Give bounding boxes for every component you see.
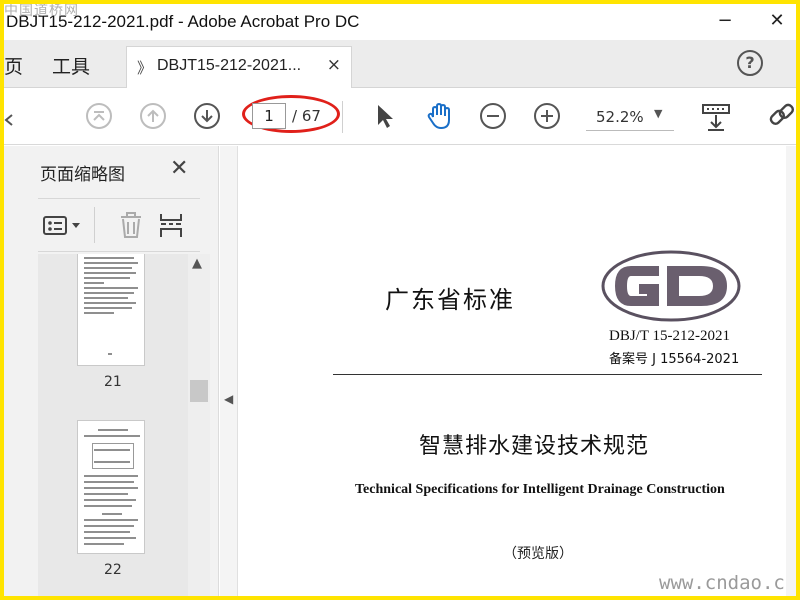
document-tab-label: DBJT15-212-2021... [157,57,302,74]
scroll-left-icon[interactable] [4,113,14,127]
options-icon[interactable] [42,215,86,237]
prev-page-icon [140,103,166,129]
next-page-button[interactable] [192,101,222,131]
thumbnail-scrollbar[interactable]: ▲ [188,254,210,596]
tab-tools[interactable]: 工具 [52,52,90,79]
edition-label: （预览版） [503,546,573,562]
watermark-bottom: www.cndao.com [659,572,796,594]
zoom-value[interactable]: 52.2% [596,108,644,126]
page-total: / 67 [292,107,321,125]
record-number: 备案号 J 15564-2021 [609,352,740,367]
tab-bar: 页 工具 》 DBJT15-212-2021... × ? [4,40,796,88]
prev-page-button[interactable] [138,101,168,131]
thumbnail-label-22: 22 [104,562,122,578]
close-panel-button[interactable]: ✕ [170,156,188,181]
close-window-button[interactable]: ✕ [762,10,792,34]
thumbnail-list[interactable]: 21 22 [38,254,210,596]
zoom-dropdown-icon[interactable]: ▼ [654,107,662,120]
collapse-panel-icon[interactable]: ◀ [224,392,233,406]
scrollbar-thumb[interactable] [190,380,208,402]
page-display-icon[interactable] [700,101,730,131]
document-title-en: Technical Specifications for Intelligent… [355,482,725,497]
thumbnail-panel: 页面缩略图 ✕ 21 22 ▲ [4,146,219,596]
zoom-out-icon [480,103,506,129]
select-arrow-icon[interactable] [370,101,400,131]
tab-home[interactable]: 页 [4,52,23,79]
thumbnail-page-21[interactable] [77,254,145,366]
panel-title: 页面缩略图 [40,165,125,185]
acrobat-window: DBJT15-212-2021.pdf - Adobe Acrobat Pro … [4,4,796,596]
thumbnail-page-22[interactable] [77,420,145,554]
minimize-button[interactable]: − [710,10,740,34]
panel-splitter[interactable]: ◀ [220,146,238,596]
trash-icon[interactable] [118,211,144,239]
watermark-top: 中国道桥网 [4,4,79,19]
first-page-icon [86,103,112,129]
link-icon[interactable] [766,101,796,131]
tab-document[interactable]: 》 DBJT15-212-2021... × [126,46,352,88]
close-tab-button[interactable]: × [327,55,341,75]
title-bar: DBJT15-212-2021.pdf - Adobe Acrobat Pro … [4,4,796,40]
toolbar-divider [342,101,343,133]
document-tab-icon: 》 [137,59,153,77]
zoom-in-icon [534,103,560,129]
zoom-out-button[interactable] [478,101,508,131]
document-title-cn: 智慧排水建设技术规范 [419,434,650,459]
toolbar: 1 / 67 52.2% ▼ [4,89,796,145]
scroll-up-icon[interactable]: ▲ [192,256,202,271]
standard-code: DBJ/T 15-212-2021 [609,328,730,344]
document-view[interactable]: 广东省标准 DBJ/T 15-212-2021 备案号 J 15564-2021… [239,146,796,596]
hand-icon[interactable] [424,101,454,131]
first-page-button[interactable] [84,101,114,131]
next-page-icon [194,103,220,129]
document-scrollbar[interactable] [786,146,796,596]
zoom-underline [586,130,674,131]
insert-icon[interactable] [158,211,184,239]
help-button[interactable]: ? [737,50,763,76]
gd-logo [601,250,741,322]
standard-label: 广东省标准 [385,286,515,314]
panel-tools [38,198,200,252]
header-rule [333,374,762,375]
thumbnail-label-21: 21 [104,374,122,390]
zoom-in-button[interactable] [532,101,562,131]
panel-tools-divider [94,207,95,243]
page-number-input[interactable]: 1 [252,103,286,129]
